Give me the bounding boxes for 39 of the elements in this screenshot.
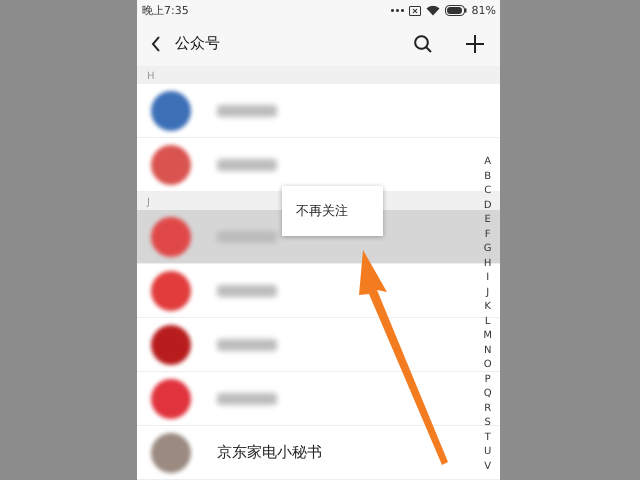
index-letter[interactable]: E (484, 213, 491, 228)
index-letter[interactable]: G (484, 242, 492, 256)
battery-icon (444, 5, 467, 16)
index-letter[interactable]: J (486, 286, 490, 300)
blurred-name (217, 158, 277, 170)
index-letter[interactable]: U (484, 445, 492, 460)
index-letter[interactable]: R (484, 402, 492, 416)
index-letter[interactable]: K (484, 300, 491, 314)
blurred-name (217, 230, 277, 242)
index-letter[interactable]: L (484, 314, 490, 329)
index-letter[interactable]: T (484, 430, 491, 445)
index-letter[interactable]: P (484, 372, 491, 387)
status-time: 晚上7:35 (142, 3, 189, 18)
account-name: 京东家电小秘书 (217, 443, 322, 462)
section-header: H (137, 66, 500, 84)
battery-percent: 81% (472, 4, 496, 18)
blurred-name (217, 284, 277, 296)
search-icon[interactable] (414, 34, 432, 53)
index-letter[interactable]: D (484, 198, 492, 213)
more-dots-icon (390, 9, 404, 12)
sim-icon (408, 6, 421, 16)
index-letter[interactable]: Q (484, 387, 492, 402)
add-icon[interactable] (466, 34, 484, 53)
index-letter[interactable]: N (484, 344, 492, 358)
index-letter[interactable]: V (484, 460, 492, 474)
wifi-icon (426, 5, 440, 16)
back-icon[interactable] (151, 36, 161, 52)
index-letter[interactable]: F (484, 228, 491, 242)
index-letter[interactable]: C (484, 184, 492, 198)
index-letter[interactable]: A (484, 155, 492, 170)
index-letter[interactable]: B (484, 170, 492, 184)
blurred-name (217, 392, 277, 404)
blurred-name (217, 104, 277, 116)
index-letter[interactable]: M (483, 329, 492, 344)
index-letter[interactable]: H (484, 256, 492, 271)
index-letter[interactable]: O (484, 358, 492, 372)
menu-item[interactable]: 不再关注 (282, 202, 348, 220)
page-title: 公众号 (175, 34, 221, 54)
blurred-name (217, 338, 277, 350)
